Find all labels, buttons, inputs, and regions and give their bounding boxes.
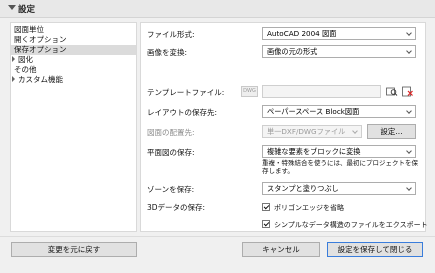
convert-image-dropdown[interactable]: 画像の元の形式 bbox=[262, 45, 416, 58]
zone-save-label: ゾーンを保存: bbox=[147, 185, 195, 194]
collapse-caret-icon[interactable] bbox=[8, 5, 16, 10]
sidebar-item-save-options[interactable]: 保存オプション bbox=[11, 45, 136, 55]
chevron-down-icon bbox=[406, 185, 412, 191]
chevron-down-icon bbox=[352, 128, 358, 134]
expand-arrow-icon[interactable] bbox=[12, 76, 15, 82]
sidebar-item-label: 図化 bbox=[18, 55, 33, 64]
layout-save-to-value: ペーパースペース Block図面 bbox=[267, 107, 360, 116]
settings-header[interactable]: 設定 bbox=[0, 0, 435, 18]
reset-changes-button[interactable]: 変更を元に戻す bbox=[11, 242, 137, 257]
checkmark-icon bbox=[263, 220, 270, 227]
floor-plan-save-value: 複雑な要素をブロックに変換 bbox=[267, 147, 361, 156]
checkmark-icon bbox=[263, 203, 270, 210]
file-format-label: ファイル形式: bbox=[147, 30, 195, 39]
template-type-icon: DWG bbox=[241, 86, 258, 97]
sidebar-item-drafting[interactable]: 図化 bbox=[11, 55, 136, 65]
settings-title: 設定 bbox=[18, 5, 36, 15]
floor-plan-note: 重複・特殊結合を使うには、最初にプロジェクトを保存します。 bbox=[262, 159, 418, 175]
browse-folder-icon[interactable] bbox=[385, 85, 398, 98]
convert-image-value: 画像の元の形式 bbox=[267, 47, 318, 56]
sidebar-item-label: 図面単位 bbox=[14, 25, 44, 34]
omit-polygon-edges-checkbox[interactable] bbox=[262, 203, 270, 211]
drawing-placement-settings-button[interactable]: 設定... bbox=[367, 124, 416, 139]
sidebar-item-misc[interactable]: その他 bbox=[11, 65, 136, 75]
file-format-value: AutoCAD 2004 図面 bbox=[267, 29, 337, 38]
layout-save-to-label: レイアウトの保存先: bbox=[147, 108, 218, 117]
footer-divider bbox=[0, 236, 435, 237]
sidebar-item-open-options[interactable]: 開くオプション bbox=[11, 35, 136, 45]
expand-arrow-icon[interactable] bbox=[12, 56, 15, 62]
zone-save-dropdown[interactable]: スタンプと塗りつぶし bbox=[262, 182, 416, 195]
template-file-label: テンプレートファイル: bbox=[147, 88, 225, 97]
sidebar-item-label: 開くオプション bbox=[14, 35, 67, 44]
zone-save-value: スタンプと塗りつぶし bbox=[267, 184, 339, 193]
chevron-down-icon bbox=[406, 48, 412, 54]
cancel-button[interactable]: キャンセル bbox=[242, 242, 320, 257]
sidebar-item-custom-features[interactable]: カスタム機能 bbox=[11, 75, 136, 85]
3d-data-label: 3Dデータの保存: bbox=[147, 203, 206, 212]
omit-polygon-edges-label: ポリゴンエッジを省略 bbox=[274, 204, 344, 212]
layout-save-to-dropdown[interactable]: ペーパースペース Block図面 bbox=[262, 105, 416, 118]
settings-category-list: 図面単位 開くオプション 保存オプション 図化 その他 カスタム機能 bbox=[10, 22, 137, 232]
sidebar-item-label: その他 bbox=[14, 65, 37, 74]
chevron-down-icon bbox=[406, 148, 412, 154]
template-file-field bbox=[262, 85, 381, 98]
convert-image-label: 画像を変換: bbox=[147, 48, 188, 57]
sidebar-item-label: カスタム機能 bbox=[18, 75, 63, 84]
chevron-down-icon bbox=[406, 30, 412, 36]
clear-template-icon[interactable] bbox=[401, 85, 414, 98]
drawing-placement-label: 図面の配置先: bbox=[147, 128, 195, 137]
drawing-placement-value: 単一DXF/DWGファイル bbox=[267, 127, 346, 136]
sidebar-item-drawing-units[interactable]: 図面単位 bbox=[11, 25, 136, 35]
floor-plan-save-dropdown[interactable]: 複雑な要素をブロックに変換 bbox=[262, 145, 416, 158]
save-and-close-button[interactable]: 設定を保存して閉じる bbox=[327, 242, 423, 257]
floor-plan-save-label: 平面図の保存: bbox=[147, 148, 195, 157]
chevron-down-icon bbox=[406, 108, 412, 114]
export-simple-structure-label: シンプルなデータ構造のファイルをエクスポート bbox=[274, 221, 428, 229]
file-format-dropdown[interactable]: AutoCAD 2004 図面 bbox=[262, 27, 416, 40]
sidebar-item-label: 保存オプション bbox=[14, 45, 67, 54]
drawing-placement-dropdown[interactable]: 単一DXF/DWGファイル bbox=[262, 125, 362, 138]
export-simple-structure-checkbox[interactable] bbox=[262, 220, 270, 228]
